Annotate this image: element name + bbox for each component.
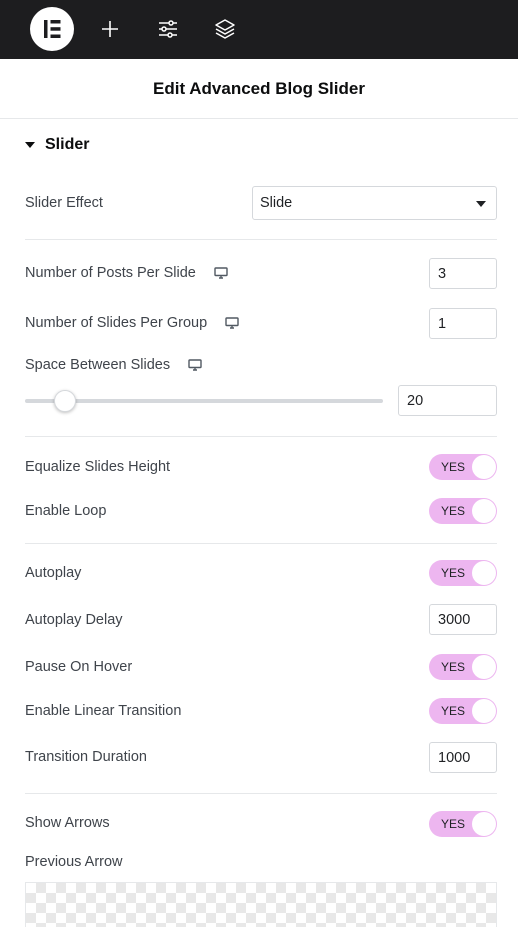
- equalize-height-label-text: Equalize Slides Height: [25, 459, 171, 475]
- desktop-responsive-icon[interactable]: [188, 359, 202, 371]
- elementor-logo-icon[interactable]: [30, 7, 74, 51]
- space-between-slider-track[interactable]: [25, 399, 383, 403]
- show-arrows-toggle[interactable]: YES: [429, 811, 497, 837]
- toggle-state-label: YES: [441, 504, 466, 518]
- toggle-knob: [472, 655, 496, 679]
- space-between-slider-handle[interactable]: [54, 390, 76, 412]
- slides-per-group-input[interactable]: 1: [429, 308, 497, 339]
- panel-header: Edit Advanced Blog Slider: [0, 59, 518, 119]
- panel-title: Edit Advanced Blog Slider: [153, 78, 365, 98]
- divider: [25, 793, 497, 794]
- divider: [25, 239, 497, 240]
- chevron-down-icon: [476, 201, 486, 207]
- autoplay-label: Autoplay: [25, 563, 81, 583]
- toggle-knob: [472, 499, 496, 523]
- caret-down-icon: [25, 142, 35, 148]
- section-title: Slider: [45, 136, 90, 153]
- equalize-height-toggle[interactable]: YES: [429, 454, 497, 480]
- posts-per-slide-value: 3: [438, 265, 447, 282]
- layers-icon[interactable]: [213, 17, 237, 41]
- desktop-responsive-icon[interactable]: [225, 317, 239, 329]
- desktop-responsive-icon[interactable]: [214, 267, 228, 279]
- posts-per-slide-label: Number of Posts Per Slide: [25, 263, 228, 283]
- slider-effect-label: Slider Effect: [25, 193, 103, 213]
- autoplay-delay-label: Autoplay Delay: [25, 610, 123, 630]
- show-arrows-label-text: Show Arrows: [25, 815, 110, 831]
- transition-duration-label: Transition Duration: [25, 747, 147, 767]
- slides-per-group-label: Number of Slides Per Group: [25, 313, 239, 333]
- divider: [25, 543, 497, 544]
- toggle-state-label: YES: [441, 460, 466, 474]
- toggle-knob: [472, 812, 496, 836]
- previous-arrow-icon-picker[interactable]: [25, 882, 497, 927]
- pause-on-hover-toggle[interactable]: YES: [429, 654, 497, 680]
- linear-transition-toggle[interactable]: YES: [429, 698, 497, 724]
- pause-on-hover-label: Pause On Hover: [25, 657, 132, 677]
- space-between-label: Space Between Slides: [25, 355, 202, 375]
- toggle-state-label: YES: [441, 660, 466, 674]
- autoplay-label-text: Autoplay: [25, 565, 82, 581]
- slider-effect-select[interactable]: Slide: [252, 186, 497, 220]
- toggle-knob: [472, 561, 496, 585]
- enable-loop-label: Enable Loop: [25, 501, 106, 521]
- show-arrows-label: Show Arrows: [25, 813, 110, 833]
- slider-effect-label-text: Slider Effect: [25, 195, 103, 211]
- transition-duration-label-text: Transition Duration: [25, 749, 147, 765]
- posts-per-slide-label-text: Number of Posts Per Slide: [25, 265, 196, 281]
- settings-sliders-icon[interactable]: [156, 17, 180, 41]
- section-toggle-slider[interactable]: Slider: [25, 134, 89, 156]
- autoplay-delay-label-text: Autoplay Delay: [25, 612, 123, 628]
- pause-on-hover-label-text: Pause On Hover: [25, 659, 133, 675]
- space-between-input[interactable]: 20: [398, 385, 497, 416]
- previous-arrow-label-text: Previous Arrow: [25, 854, 123, 870]
- transition-duration-value: 1000: [438, 749, 471, 766]
- toggle-state-label: YES: [441, 566, 466, 580]
- toggle-knob: [472, 455, 496, 479]
- space-between-label-text: Space Between Slides: [25, 357, 171, 373]
- editor-topbar: [0, 0, 518, 59]
- slider-effect-value: Slide: [260, 195, 293, 211]
- slides-per-group-label-text: Number of Slides Per Group: [25, 315, 208, 331]
- toggle-state-label: YES: [441, 704, 466, 718]
- space-between-value: 20: [407, 392, 424, 409]
- autoplay-delay-input[interactable]: 3000: [429, 604, 497, 635]
- linear-transition-label-text: Enable Linear Transition: [25, 703, 182, 719]
- autoplay-toggle[interactable]: YES: [429, 560, 497, 586]
- divider: [25, 436, 497, 437]
- autoplay-delay-value: 3000: [438, 611, 471, 628]
- toggle-knob: [472, 699, 496, 723]
- transition-duration-input[interactable]: 1000: [429, 742, 497, 773]
- enable-loop-toggle[interactable]: YES: [429, 498, 497, 524]
- linear-transition-label: Enable Linear Transition: [25, 701, 181, 721]
- add-icon[interactable]: [98, 17, 122, 41]
- toggle-state-label: YES: [441, 817, 466, 831]
- equalize-height-label: Equalize Slides Height: [25, 457, 170, 477]
- enable-loop-label-text: Enable Loop: [25, 503, 107, 519]
- posts-per-slide-input[interactable]: 3: [429, 258, 497, 289]
- slides-per-group-value: 1: [438, 315, 447, 332]
- previous-arrow-label: Previous Arrow: [25, 852, 123, 872]
